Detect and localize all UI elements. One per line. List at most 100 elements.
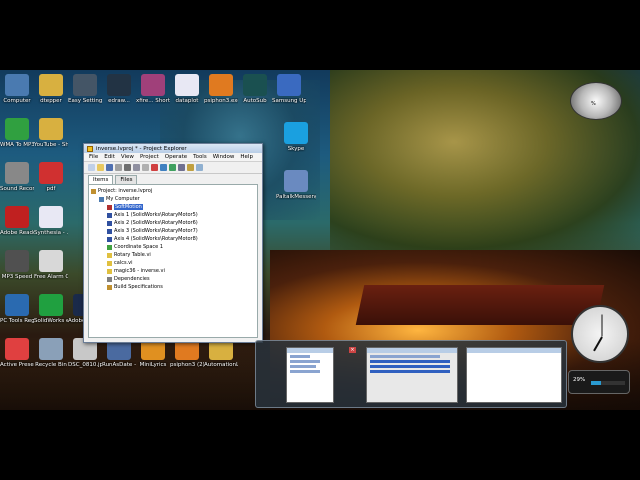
menu-tools[interactable]: Tools (190, 154, 210, 160)
desktop-icon-label: pdf (46, 186, 56, 192)
desktop-icon-label: Easy Settings (68, 98, 102, 104)
clock-gadget[interactable] (571, 305, 629, 363)
taskbar-thumbnail-preview[interactable]: × (255, 340, 567, 408)
desktop-icon[interactable]: Recycle Bin (34, 338, 68, 368)
desktop-icon-label: Free Alarm Clock (34, 274, 68, 280)
thumbnail-front-panel[interactable] (366, 347, 458, 403)
close-icon[interactable]: × (349, 347, 356, 353)
axis-icon (107, 220, 112, 226)
desktop-icon-label: PC Tools Registry (0, 318, 34, 324)
desktop-icon-label: psiphon3 (2).exe (170, 362, 204, 368)
tree-item[interactable]: Project: inverse.lvproj (91, 187, 255, 195)
computer-icon (5, 74, 29, 96)
tree-item[interactable]: Axis 4 (SolidWorks\RotaryMotor8) (91, 235, 255, 243)
view-options-icon[interactable] (178, 164, 185, 171)
document-icon (175, 74, 199, 96)
desktop-icon[interactable]: PC Tools Registry (0, 294, 34, 324)
tree-item[interactable]: calcs.vi (91, 259, 255, 267)
desktop-icon[interactable]: Free Alarm Clock (34, 250, 68, 280)
desktop-icon-label: psiphon3.exe (204, 98, 238, 104)
tab-items[interactable]: Items (88, 175, 114, 184)
build-icon[interactable] (160, 164, 167, 171)
menu-view[interactable]: View (118, 154, 137, 160)
desktop-icon[interactable]: WMA To MP3 (0, 118, 34, 148)
tab-files[interactable]: Files (115, 175, 138, 184)
desktop-icon-label: Adobe Reader X (0, 230, 34, 236)
tree-item-label: calcs.vi (114, 260, 133, 266)
thumbnail-project-explorer[interactable] (286, 347, 334, 403)
a-icon (5, 338, 29, 360)
tree-item-label: My Computer (106, 196, 140, 202)
desktop-icon[interactable]: Synthesia - ... (34, 206, 68, 236)
convert-icon (5, 118, 29, 140)
microphone-icon (5, 162, 29, 184)
open-icon[interactable] (97, 164, 104, 171)
thumbnail-blank[interactable] (466, 347, 562, 403)
toolbar (84, 162, 262, 174)
menu-operate[interactable]: Operate (162, 154, 190, 160)
tree-item[interactable]: Rotary Table.vi (91, 251, 255, 259)
save-all-icon[interactable] (115, 164, 122, 171)
desktop-icon[interactable]: Active Presenter (0, 338, 34, 368)
battery-gadget[interactable]: 29% (568, 370, 630, 394)
collapse-icon[interactable] (196, 164, 203, 171)
pdf-icon (5, 206, 29, 228)
tree-item[interactable]: Dependencies (91, 275, 255, 283)
desktop-icon[interactable]: dataplot (170, 74, 204, 104)
menu-file[interactable]: File (86, 154, 101, 160)
vi-icon (107, 260, 112, 266)
tree-item[interactable]: My Computer (91, 195, 255, 203)
desktop-icon[interactable]: YouTube - Shortcut (34, 118, 68, 148)
desktop-icon[interactable]: PaltalkMessenger (276, 170, 316, 200)
desktop-icon-label: PaltalkMessenger (276, 194, 316, 200)
tree-item-label: Project: inverse.lvproj (98, 188, 153, 194)
desktop-icon[interactable]: Easy Settings (68, 74, 102, 104)
desktop-icon[interactable]: Computer (0, 74, 34, 104)
chat-icon (284, 170, 308, 192)
desktop-icon-label: RunAsDate - Shortcut (102, 362, 136, 368)
save-icon[interactable] (106, 164, 113, 171)
desktop-icon[interactable]: edraw... (102, 74, 136, 104)
tree-item[interactable]: Axis 3 (SolidWorks\RotaryMotor7) (91, 227, 255, 235)
tree-item[interactable]: Build Specifications (91, 283, 255, 291)
tree-item[interactable]: Coordinate Space 1 (91, 243, 255, 251)
project-explorer-window[interactable]: inverse.lvproj * - Project Explorer File… (83, 143, 263, 343)
window-titlebar[interactable]: inverse.lvproj * - Project Explorer (84, 144, 262, 153)
menu-help[interactable]: Help (237, 154, 256, 160)
deploy-icon[interactable] (169, 164, 176, 171)
desktop-icon[interactable]: xfire... Shortcut (136, 74, 170, 104)
desktop-icon[interactable]: Samsung Update (272, 74, 306, 104)
wallpaper-awning (355, 285, 605, 325)
tree-item-label: Axis 4 (SolidWorks\RotaryMotor8) (114, 236, 198, 242)
project-tree[interactable]: Project: inverse.lvproj My Computer SoftMo… (88, 184, 258, 338)
copy-icon[interactable] (133, 164, 140, 171)
paste-icon[interactable] (142, 164, 149, 171)
tree-item[interactable]: magic36 - inverse.vi (91, 267, 255, 275)
vi-icon (107, 252, 112, 258)
build-icon (107, 284, 112, 290)
cut-icon[interactable] (124, 164, 131, 171)
menu-window[interactable]: Window (210, 154, 238, 160)
desktop-icon[interactable]: psiphon3.exe (204, 74, 238, 104)
tree-item[interactable]: Axis 1 (SolidWorks\RotaryMotor5) (91, 211, 255, 219)
desktop-icon[interactable]: Adobe Reader X (0, 206, 34, 236)
desktop-icon[interactable]: SolidWorks eDrawing (34, 294, 68, 324)
delete-icon[interactable] (151, 164, 158, 171)
desktop-icon[interactable]: Skype (276, 122, 316, 152)
tree-item[interactable]: SoftMotion (91, 203, 255, 211)
desktop-icon[interactable]: pdf (34, 162, 68, 192)
menu-edit[interactable]: Edit (101, 154, 118, 160)
p-icon (209, 74, 233, 96)
desktop-icon[interactable]: dtepper (34, 74, 68, 104)
menu-project[interactable]: Project (137, 154, 162, 160)
expand-icon[interactable] (187, 164, 194, 171)
desktop-icon-label: dtepper (40, 98, 62, 104)
new-icon[interactable] (88, 164, 95, 171)
tree-item-label: Dependencies (114, 276, 150, 282)
tree-item[interactable]: Axis 2 (SolidWorks\RotaryMotor6) (91, 219, 255, 227)
battery-percent: 29% (573, 377, 586, 383)
desktop-icon[interactable]: MP3 Speed (0, 250, 34, 280)
cpu-meter-gadget[interactable]: % (570, 82, 622, 120)
desktop-icon[interactable]: Sound Recorder (0, 162, 34, 192)
desktop-icon[interactable]: AutoSub (238, 74, 272, 104)
